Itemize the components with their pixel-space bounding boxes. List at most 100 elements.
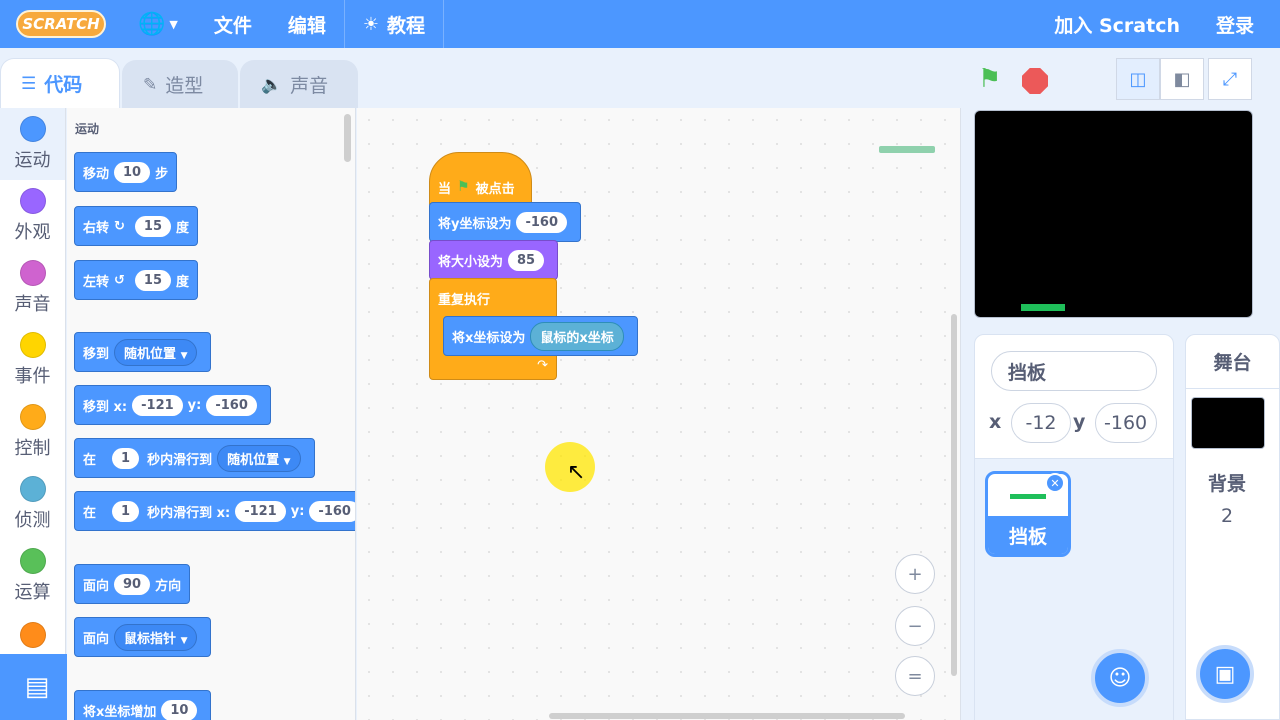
block-text: 将x坐标设为 <box>452 330 526 346</box>
palette-section-title: 运动 <box>75 122 100 136</box>
category-label: 控制 <box>14 438 51 459</box>
block-input[interactable]: 15 <box>134 215 172 237</box>
set-size-block[interactable]: 将大小设为 85 <box>429 240 559 280</box>
when-flag-clicked-block[interactable]: 当 ⚑ 被点击 <box>429 152 532 208</box>
stage-header: ⚑ ◫ ◧ ⤢ <box>962 48 1280 110</box>
block-glide-xy[interactable]: 在 1 秒内滑行到 x: -121 y: -160 <box>74 491 355 531</box>
category-label: 运动 <box>14 150 51 171</box>
sprite-x-field[interactable]: -12 <box>1011 403 1071 443</box>
block-text: 步 <box>155 166 169 182</box>
tab-code[interactable]: ☰ 代码 <box>0 58 120 108</box>
chevron-down-icon: ▼ <box>180 350 188 361</box>
choose-sprite-button[interactable]: ☺ <box>1091 649 1149 707</box>
block-text: 右转 <box>83 220 110 236</box>
set-x-block[interactable]: 将x坐标设为 鼠标的x坐标 <box>443 316 638 356</box>
block-text: 面向 <box>83 578 110 594</box>
category-control[interactable]: 控制 <box>0 396 65 468</box>
fullscreen-button[interactable]: ⤢ <box>1208 58 1252 100</box>
block-text: 将y坐标设为 <box>438 216 512 232</box>
zoom-in-button[interactable]: + <box>895 554 935 594</box>
add-extension-button[interactable]: ▤ <box>0 654 74 720</box>
code-icon: ☰ <box>21 73 37 94</box>
category-dot <box>19 188 46 214</box>
block-goto[interactable]: 移到 随机位置 ▼ <box>74 332 212 372</box>
block-text: 在 <box>83 452 97 468</box>
tab-sounds[interactable]: 🔈 声音 <box>240 60 358 108</box>
category-label: 外观 <box>14 222 51 243</box>
workspace-horizontal-scrollbar[interactable] <box>549 713 905 719</box>
join-scratch-link[interactable]: 加入 Scratch <box>1036 0 1198 48</box>
backdrops-count: 2 <box>1220 505 1234 527</box>
tab-costumes[interactable]: ✎ 造型 <box>122 60 238 108</box>
dropdown-value: 随机位置 <box>124 346 177 362</box>
mouse-x-reporter[interactable]: 鼠标的x坐标 <box>530 321 624 351</box>
category-sound[interactable]: 声音 <box>0 252 65 324</box>
stage-title: 舞台 <box>1186 335 1279 389</box>
tutorials-label: 教程 <box>387 14 426 37</box>
category-operators[interactable]: 运算 <box>0 540 65 612</box>
block-input[interactable]: 1 <box>112 447 140 469</box>
language-menu[interactable]: 🌐 ▼ <box>120 0 196 48</box>
paddle-sprite <box>1021 304 1065 311</box>
block-turn-right[interactable]: 右转 ↻ 15 度 <box>74 206 199 246</box>
delete-sprite-button[interactable]: ✕ <box>1045 473 1065 493</box>
workspace-vertical-scrollbar[interactable] <box>951 314 957 676</box>
block-text: 度 <box>176 220 190 236</box>
zoom-reset-button[interactable]: = <box>895 656 935 696</box>
block-input[interactable]: 10 <box>161 699 198 720</box>
category-motion[interactable]: 运动 <box>0 108 65 180</box>
stage-pane[interactable]: 舞台 背景 2 ▣ <box>1185 334 1280 720</box>
category-sensing[interactable]: 侦测 <box>0 468 65 540</box>
block-input-y[interactable]: -160 <box>206 394 257 416</box>
block-glide[interactable]: 在 1 秒内滑行到 随机位置 ▼ <box>74 438 315 478</box>
block-dropdown[interactable]: 随机位置 ▼ <box>217 444 301 472</box>
set-y-block[interactable]: 将y坐标设为 -160 <box>429 202 582 242</box>
block-point-direction[interactable]: 面向 90 方向 <box>74 564 191 604</box>
large-stage-button[interactable]: ◧ <box>1160 58 1204 100</box>
category-looks[interactable]: 外观 <box>0 180 65 252</box>
file-menu[interactable]: 文件 <box>196 0 270 48</box>
small-stage-button[interactable]: ◫ <box>1116 58 1160 100</box>
block-input-x[interactable]: -121 <box>132 394 183 416</box>
chevron-down-icon: ▼ <box>169 17 178 31</box>
palette-scrollbar[interactable] <box>344 114 351 162</box>
sign-in-link[interactable]: 登录 <box>1198 0 1280 48</box>
category-dot <box>19 622 46 648</box>
block-input-y[interactable]: -160 <box>309 500 355 522</box>
zoom-out-button[interactable]: − <box>895 606 935 646</box>
block-input[interactable]: 15 <box>134 269 172 291</box>
block-input[interactable]: -160 <box>516 211 568 233</box>
block-input[interactable]: 85 <box>508 249 545 271</box>
block-input[interactable]: 90 <box>114 573 151 595</box>
category-dot <box>19 548 46 574</box>
sprite-y-field[interactable]: -160 <box>1095 403 1157 443</box>
loop-arrow-icon: ↷ <box>537 358 548 373</box>
block-input[interactable]: 1 <box>112 500 140 522</box>
stop-button[interactable] <box>1022 68 1048 94</box>
category-events[interactable]: 事件 <box>0 324 65 396</box>
green-flag-button[interactable]: ⚑ <box>978 64 1001 94</box>
edit-menu[interactable]: 编辑 <box>270 0 344 48</box>
block-change-x[interactable]: 将x坐标增加 10 <box>74 690 212 720</box>
block-dropdown[interactable]: 随机位置 ▼ <box>114 338 198 366</box>
block-move-steps[interactable]: 移动 10 步 <box>74 152 178 192</box>
block-text: y: <box>290 503 305 519</box>
tab-code-label: 代码 <box>44 74 83 96</box>
block-dropdown[interactable]: 鼠标指针 ▼ <box>114 623 198 651</box>
tutorials-menu[interactable]: ☀ 教程 <box>345 0 443 48</box>
scratch-logo[interactable]: SCRATCH <box>16 10 106 38</box>
block-goto-xy[interactable]: 移到 x: -121 y: -160 <box>74 385 271 425</box>
block-turn-left[interactable]: 左转 ↺ 15 度 <box>74 260 199 300</box>
choose-backdrop-button[interactable]: ▣ <box>1196 645 1254 703</box>
script-workspace[interactable]: 当 ⚑ 被点击 将y坐标设为 -160 将大小设为 85 重复执行 ↷ 将x坐标… <box>357 108 961 720</box>
stage-thumbnail[interactable] <box>1191 397 1265 449</box>
block-text: 移到 <box>83 346 110 362</box>
block-input-x[interactable]: -121 <box>235 500 286 522</box>
rotate-cw-icon: ↻ <box>114 218 125 234</box>
sprite-name-field[interactable]: 挡板 <box>991 351 1157 391</box>
block-text: 在 <box>83 505 97 521</box>
y-label: y <box>1073 411 1086 433</box>
stage-canvas[interactable] <box>974 110 1253 318</box>
block-input[interactable]: 10 <box>114 161 151 183</box>
block-point-towards[interactable]: 面向 鼠标指针 ▼ <box>74 617 212 657</box>
